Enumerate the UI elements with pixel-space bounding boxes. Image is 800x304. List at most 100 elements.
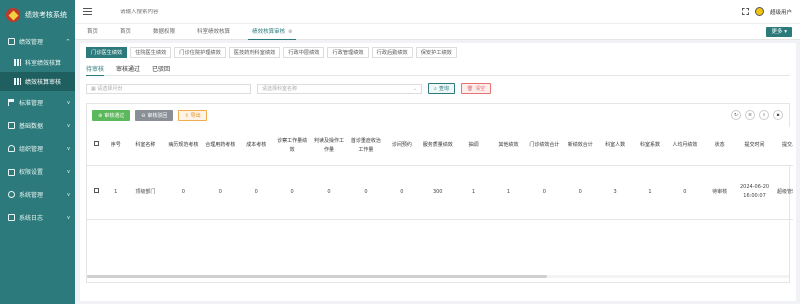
column-header[interactable]: 序号 (105, 127, 126, 166)
print-icon[interactable]: ▪ (773, 110, 783, 120)
sidebar-item-basic-data[interactable]: 基础数据 v (0, 114, 75, 137)
category-tabs: 门诊医生绩效 住院医生绩效 门诊住院护理绩效 医技药剂科室绩效 行政中层绩效 行… (86, 47, 790, 58)
document-icon (8, 122, 15, 129)
category-tab[interactable]: 保安护工绩效 (415, 47, 457, 58)
reject-button[interactable]: ⊖ 审核驳回 (135, 110, 174, 121)
tab-data-permission[interactable]: 数据权限 (149, 24, 179, 40)
horizontal-scrollbar[interactable] (87, 275, 789, 278)
logo: 绩效考核系统 (0, 0, 75, 30)
sidebar-item-org[interactable]: 组织管理 v (0, 137, 75, 160)
category-tab[interactable]: 行政中层绩效 (283, 47, 325, 58)
columns-icon[interactable]: ≡ (745, 110, 755, 120)
toolbar: ⊕ 审核通过 ⊖ 审核驳回 ⇪ 导出 (87, 104, 789, 127)
column-header[interactable]: 成本考核 (238, 127, 274, 166)
scrollbar-thumb[interactable] (87, 275, 547, 278)
tab-home-2[interactable]: 首页 (116, 24, 135, 40)
username[interactable]: 超级用户 (770, 8, 792, 16)
column-header[interactable]: 合理用药考核 (201, 127, 239, 166)
column-header[interactable]: 门诊绩效合计 (525, 127, 563, 166)
tab-label: 绩效核算审核 (252, 28, 286, 35)
gear-icon (8, 191, 15, 198)
select-all-checkbox[interactable] (87, 127, 106, 166)
search-toggle-icon[interactable]: ⌕ (759, 110, 769, 120)
column-header[interactable]: 诊察工作量绩效 (273, 127, 311, 166)
column-header[interactable]: 诊间预约 (384, 127, 420, 166)
tab-dept-accounting[interactable]: 科室绩效核算 (193, 24, 234, 40)
category-tab[interactable]: 住院医生绩效 (130, 47, 172, 58)
close-icon[interactable]: ⊗ (288, 29, 292, 35)
more-button[interactable]: 更多 ▾ (766, 27, 792, 37)
export-button[interactable]: ⇪ 导出 (178, 110, 207, 121)
trash-icon: 🗑 (466, 85, 474, 92)
dept-select[interactable]: 请选择科室名称 ⌄ (257, 83, 422, 94)
table-cell: 1 (632, 165, 668, 220)
clear-button[interactable]: 🗑 清空 (460, 83, 492, 94)
more-label: 更多 (771, 29, 783, 35)
category-tab[interactable]: 行政后勤绩效 (371, 47, 413, 58)
document-icon (8, 214, 15, 221)
category-tab[interactable]: 门诊医生绩效 (86, 47, 128, 58)
column-header[interactable]: 提交时间 (737, 127, 772, 166)
sidebar-item-performance[interactable]: 绩效管理 ^ (0, 30, 75, 53)
category-tab[interactable]: 医技药剂科室绩效 (228, 47, 281, 58)
status-tab-pending[interactable]: 待审核 (86, 64, 105, 76)
fullscreen-icon[interactable] (741, 8, 749, 15)
sidebar-item-permissions[interactable]: 权限设置 v (0, 160, 75, 183)
category-tab[interactable]: 门诊住院护理绩效 (174, 47, 226, 58)
sidebar-item-dept-accounting[interactable]: 科室绩效核算 (0, 53, 75, 72)
search-icon: ⌕ (434, 85, 437, 92)
tab-accounting-review[interactable]: 绩效核算审核 ⊗ (248, 24, 297, 40)
table-cell: 1 (456, 165, 492, 220)
column-header[interactable]: 新绩效合计 (562, 127, 598, 166)
sidebar: 绩效考核系统 绩效管理 ^ 科室绩效核算 绩效核算审核 标准管理 v 基础数据 v 组… (0, 0, 75, 304)
reject-icon: ⊖ (141, 112, 146, 119)
refresh-icon[interactable]: ↻ (731, 110, 741, 120)
month-picker[interactable]: ▦ 请选择月份 (86, 83, 251, 94)
data-table: 序号 科室名称 病历规范考核 合理用药考核 成本考核 诊察工作量绩效 判读及操作… (87, 127, 793, 220)
submit-time-cell: 2024-06-20 16:00:07 (737, 165, 772, 220)
column-header[interactable]: 科室系数 (632, 127, 668, 166)
sidebar-item-system[interactable]: 系统管理 v (0, 183, 75, 206)
column-header[interactable]: 人均月绩效 (667, 127, 703, 166)
tab-home[interactable]: 首页 (83, 24, 102, 40)
flag-icon (8, 99, 15, 106)
column-header[interactable]: 提交人 (771, 127, 793, 166)
menu-toggle-icon[interactable] (83, 8, 92, 15)
column-header[interactable]: 其他绩效 (491, 127, 526, 166)
search-input[interactable] (120, 8, 270, 15)
export-label: 导出 (190, 113, 201, 119)
column-header[interactable]: 判读及操作工作量 (310, 127, 348, 166)
table-wrapper: 序号 科室名称 病历规范考核 合理用药考核 成本考核 诊察工作量绩效 判读及操作… (87, 127, 793, 220)
chevron-down-icon: v (67, 99, 70, 106)
column-header[interactable]: 病历规范考核 (164, 127, 202, 166)
lock-icon (8, 169, 15, 176)
column-header[interactable]: 科室人数 (597, 127, 633, 166)
status-tab-rejected[interactable]: 已驳回 (152, 64, 170, 76)
query-button[interactable]: ⌕ 查询 (428, 83, 455, 94)
app-title: 绩效考核系统 (25, 11, 67, 19)
table-cell: 0 (562, 165, 598, 220)
approve-button[interactable]: ⊕ 审核通过 (92, 110, 131, 121)
logo-icon (6, 8, 20, 22)
approve-label: 审核通过 (104, 113, 125, 119)
row-checkbox[interactable] (87, 165, 106, 220)
table-cell: 0 (525, 165, 563, 220)
status-tab-approved[interactable]: 审核通过 (116, 64, 140, 76)
column-header[interactable]: 服务质量绩效 (419, 127, 457, 166)
column-header[interactable]: 状态 (702, 127, 738, 166)
chevron-down-icon: v (67, 191, 70, 198)
column-header[interactable]: 科室名称 (125, 127, 165, 166)
table-row[interactable]: 1 顶级部门 0 0 0 0 0 0 0 300 1 1 0 0 3 1 0 待… (87, 165, 793, 220)
avatar[interactable] (754, 7, 764, 16)
column-header[interactable]: 首诊重症收治工作量 (347, 127, 385, 166)
category-tab[interactable]: 行政管理绩效 (327, 47, 369, 58)
sidebar-item-accounting-review[interactable]: 绩效核算审核 (0, 72, 75, 91)
chevron-down-icon: v (67, 145, 70, 152)
sidebar-item-logs[interactable]: 系统日志 v (0, 206, 75, 229)
table-header-row: 序号 科室名称 病历规范考核 合理用药考核 成本考核 诊察工作量绩效 判读及操作… (87, 127, 793, 166)
table-cell: 0 (310, 165, 348, 220)
column-header[interactable]: 抽调 (456, 127, 492, 166)
sidebar-item-standards[interactable]: 标准管理 v (0, 91, 75, 114)
status-tabs: 待审核 审核通过 已驳回 (86, 64, 790, 76)
table-cell: 0 (164, 165, 202, 220)
